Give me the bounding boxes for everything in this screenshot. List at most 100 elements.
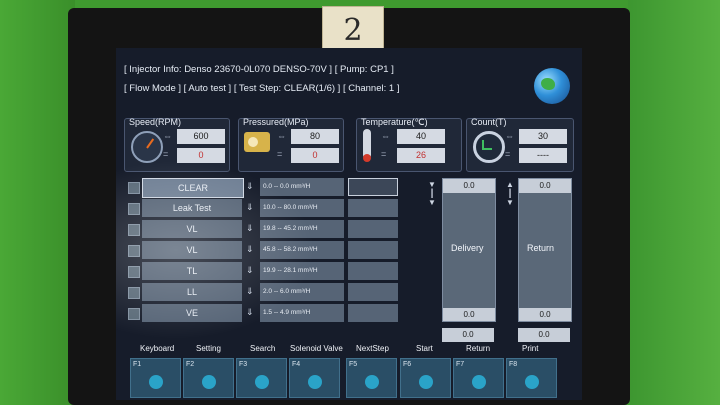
step-row[interactable]: LL ⇓ 2.0 -- 6.0 mm³/H bbox=[124, 283, 414, 301]
print-button[interactable]: F8 bbox=[506, 358, 557, 398]
step-result bbox=[348, 220, 398, 238]
injector-info-line: [ Injector Info: Denso 23670-0L070 DENSO… bbox=[124, 64, 394, 75]
set-arrow-icon: ⇔ bbox=[381, 131, 390, 141]
pressure-set-value[interactable]: 80 bbox=[291, 129, 339, 144]
step-name[interactable]: VE bbox=[142, 304, 242, 322]
fkey-number: F8 bbox=[509, 361, 518, 368]
delivery-top-value: 0.0 bbox=[443, 179, 495, 193]
return-bottom-value: 0.0 bbox=[519, 308, 571, 321]
step-result bbox=[348, 304, 398, 322]
temperature-panel: Temperature(℃) ⇔ = 40 26 bbox=[356, 117, 462, 172]
return-meter: 0.0 Return 0.0 bbox=[518, 178, 572, 322]
step-checkbox[interactable] bbox=[128, 224, 140, 236]
count-set-value[interactable]: 30 bbox=[519, 129, 567, 144]
step-result bbox=[348, 241, 398, 259]
step-range: 1.5 -- 4.9 mm³/H bbox=[260, 304, 344, 322]
step-name[interactable]: LL bbox=[142, 283, 242, 301]
set-arrow-icon: ⇔ bbox=[277, 131, 286, 141]
fkey-label: Search bbox=[250, 344, 276, 353]
pressure-gauge-icon bbox=[244, 132, 270, 152]
return-injector-icon: ▲ ┃ ▼ bbox=[506, 180, 514, 207]
injector-arrow-icon: ⇓ bbox=[246, 307, 254, 317]
step-range: 19.8 -- 45.2 mm³/H bbox=[260, 220, 344, 238]
globe-icon[interactable] bbox=[534, 68, 570, 104]
sticker-text: 2 bbox=[343, 13, 363, 48]
keyboard-button[interactable]: F1 bbox=[130, 358, 181, 398]
count-actual-value: ---- bbox=[519, 148, 567, 163]
pressure-panel: Pressured(MPa) ⇔ = 80 0 bbox=[238, 117, 344, 172]
printer-icon bbox=[525, 375, 539, 389]
temperature-set-value[interactable]: 40 bbox=[397, 129, 445, 144]
green-enclosure-left bbox=[0, 0, 75, 405]
injector-arrow-icon: ⇓ bbox=[246, 223, 254, 233]
pressure-title: Pressured(MPa) bbox=[243, 117, 309, 127]
next-step-icon bbox=[365, 375, 379, 389]
count-title: Count(T) bbox=[471, 117, 507, 127]
solenoid-valve-button[interactable]: F4 bbox=[289, 358, 340, 398]
step-result bbox=[348, 178, 398, 196]
step-checkbox[interactable] bbox=[128, 287, 140, 299]
equals-icon: = bbox=[163, 149, 169, 159]
step-checkbox[interactable] bbox=[128, 203, 140, 215]
search-icon bbox=[255, 375, 269, 389]
play-icon bbox=[419, 375, 433, 389]
next-step-button[interactable]: F5 bbox=[346, 358, 397, 398]
step-checkbox[interactable] bbox=[128, 245, 140, 257]
count-panel: Count(T) ⇔ = 30 ---- bbox=[466, 117, 574, 172]
speed-panel: Speed(RPM) ⇔ = 600 0 bbox=[124, 117, 230, 172]
gear-icon bbox=[202, 375, 216, 389]
step-name[interactable]: TL bbox=[142, 262, 242, 280]
solenoid-icon bbox=[308, 375, 322, 389]
thermometer-icon bbox=[363, 129, 371, 162]
step-range: 19.9 -- 28.1 mm³/H bbox=[260, 262, 344, 280]
fkey-label: Print bbox=[522, 344, 539, 353]
fkey-number: F2 bbox=[186, 361, 195, 368]
step-range: 10.0 -- 80.0 mm³/H bbox=[260, 199, 344, 217]
step-row[interactable]: VE ⇓ 1.5 -- 4.9 mm³/H bbox=[124, 304, 414, 322]
timer-icon bbox=[473, 131, 505, 163]
equals-icon: = bbox=[505, 149, 511, 159]
injector-arrow-icon: ⇓ bbox=[246, 181, 254, 191]
step-row[interactable]: TL ⇓ 19.9 -- 28.1 mm³/H bbox=[124, 262, 414, 280]
return-label: Return bbox=[527, 243, 555, 253]
step-name[interactable]: CLEAR bbox=[142, 178, 244, 198]
step-range: 0.0 -- 0.0 mm³/H bbox=[260, 178, 344, 196]
step-name[interactable]: VL bbox=[142, 241, 242, 259]
speedometer-icon bbox=[131, 131, 163, 163]
temperature-title: Temperature(℃) bbox=[361, 117, 428, 127]
speed-set-value[interactable]: 600 bbox=[177, 129, 225, 144]
fkey-label: Setting bbox=[196, 344, 221, 353]
step-name[interactable]: Leak Test bbox=[142, 199, 242, 217]
step-checkbox[interactable] bbox=[128, 266, 140, 278]
delivery-bottom-value: 0.0 bbox=[443, 308, 495, 321]
equals-icon: = bbox=[381, 149, 387, 159]
test-step-table: CLEAR ⇓ 0.0 -- 0.0 mm³/H Leak Test ⇓ 10.… bbox=[124, 176, 414, 326]
set-arrow-icon: ⇔ bbox=[163, 131, 172, 141]
step-name[interactable]: VL bbox=[142, 220, 242, 238]
fkey-label: Keyboard bbox=[140, 344, 175, 353]
injector-icon: ▼ ┃ ▼ bbox=[428, 180, 436, 207]
fkey-label: Start bbox=[416, 344, 433, 353]
step-result bbox=[348, 262, 398, 280]
step-row[interactable]: Leak Test ⇓ 10.0 -- 80.0 mm³/H bbox=[124, 199, 414, 217]
fkey-number: F5 bbox=[349, 361, 358, 368]
fkey-label: NextStep bbox=[356, 344, 389, 353]
step-row[interactable]: VL ⇓ 45.8 -- 58.2 mm³/H bbox=[124, 241, 414, 259]
fkey-number: F4 bbox=[292, 361, 301, 368]
step-checkbox[interactable] bbox=[128, 308, 140, 320]
search-button[interactable]: F3 bbox=[236, 358, 287, 398]
setting-button[interactable]: F2 bbox=[183, 358, 234, 398]
return-icon bbox=[472, 375, 486, 389]
step-result bbox=[348, 199, 398, 217]
speed-actual-value: 0 bbox=[177, 148, 225, 163]
return-button[interactable]: F7 bbox=[453, 358, 504, 398]
step-row[interactable]: VL ⇓ 19.8 -- 45.2 mm³/H bbox=[124, 220, 414, 238]
delivery-meter: 0.0 Delivery 0.0 bbox=[442, 178, 496, 322]
start-button[interactable]: F6 bbox=[400, 358, 451, 398]
injector-arrow-icon: ⇓ bbox=[246, 286, 254, 296]
step-checkbox[interactable] bbox=[128, 182, 140, 194]
injector-arrow-icon: ⇓ bbox=[246, 244, 254, 254]
green-enclosure-right bbox=[628, 0, 720, 405]
step-row[interactable]: CLEAR ⇓ 0.0 -- 0.0 mm³/H bbox=[124, 178, 414, 198]
equals-icon: = bbox=[277, 149, 283, 159]
